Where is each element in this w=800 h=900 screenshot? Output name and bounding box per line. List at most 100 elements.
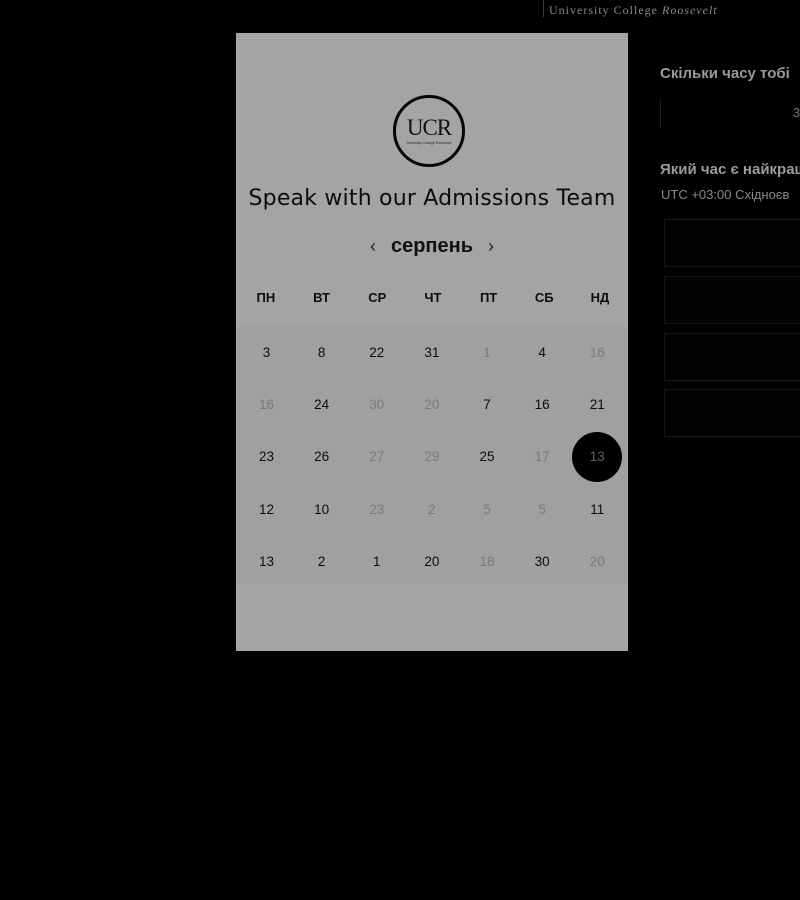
date-cell[interactable]: 21 xyxy=(570,378,625,430)
date-number: 20 xyxy=(424,554,440,570)
time-slot[interactable] xyxy=(664,389,800,437)
date-number: 26 xyxy=(314,449,330,465)
date-cell[interactable]: 12 xyxy=(239,483,294,535)
booking-details-panel: Скільки часу тобі 3 Який час є найкраш U… xyxy=(660,0,800,900)
month-navigation: ‹ серпень › xyxy=(236,233,628,259)
date-cell[interactable]: 24 xyxy=(294,378,349,430)
date-number: 23 xyxy=(369,501,385,517)
weekday-label: ЧТ xyxy=(424,290,442,305)
date-number: 16 xyxy=(259,396,275,412)
chevron-right-icon[interactable]: › xyxy=(479,234,503,258)
date-number: 13 xyxy=(589,449,605,465)
date-number: 16 xyxy=(589,344,605,360)
time-slot[interactable] xyxy=(664,276,800,324)
brand-text: University College xyxy=(549,3,662,17)
date-number: 25 xyxy=(479,449,495,465)
date-cell[interactable]: 1 xyxy=(349,536,404,588)
logo-subtext: University College Roosevelt xyxy=(406,141,452,145)
date-number: 8 xyxy=(317,344,326,360)
date-cell[interactable]: 22 xyxy=(349,326,404,378)
time-slot[interactable] xyxy=(664,333,800,381)
date-number: 20 xyxy=(424,396,440,412)
weekday-label: НД xyxy=(590,290,610,305)
date-number: 2 xyxy=(428,501,436,517)
date-number: 5 xyxy=(538,501,546,517)
date-number: 29 xyxy=(424,449,440,465)
duration-select[interactable]: 3 xyxy=(660,99,800,129)
date-cell[interactable]: 11 xyxy=(570,483,625,535)
date-cell[interactable]: 25 xyxy=(460,431,515,483)
date-number: 7 xyxy=(483,396,491,412)
weekday-header: ПН ВТ СР ЧТ ПТ СБ НД xyxy=(238,290,628,305)
chevron-left-icon[interactable]: ‹ xyxy=(361,234,385,258)
date-number: 5 xyxy=(483,501,491,517)
date-cell: 20 xyxy=(404,378,459,430)
date-cell[interactable]: 30 xyxy=(515,536,570,588)
date-number: 1 xyxy=(483,344,491,360)
date-number: 10 xyxy=(314,501,330,517)
date-cell[interactable]: 16 xyxy=(515,378,570,430)
time-question: Який час є найкраш xyxy=(660,161,800,178)
date-number: 30 xyxy=(534,554,550,570)
date-number: 17 xyxy=(534,449,550,465)
date-cell[interactable]: 26 xyxy=(294,431,349,483)
weekday-label: ВТ xyxy=(313,290,330,305)
date-cell[interactable]: 31 xyxy=(404,326,459,378)
date-cell: 2 xyxy=(404,483,459,535)
weekday-label: ПТ xyxy=(479,290,498,305)
date-number: 30 xyxy=(369,396,385,412)
date-cell: 17 xyxy=(515,431,570,483)
date-cell: 5 xyxy=(515,483,570,535)
date-number: 31 xyxy=(424,344,440,360)
date-cell[interactable]: 23 xyxy=(239,431,294,483)
selected-date-cell[interactable]: 13 xyxy=(570,431,625,483)
date-number: 2 xyxy=(317,554,326,570)
date-number: 1 xyxy=(373,554,381,570)
page-title: Speak with our Admissions Team xyxy=(248,186,616,211)
date-number: 12 xyxy=(259,501,275,517)
date-number: 24 xyxy=(314,396,330,412)
date-cell[interactable]: 2 xyxy=(294,536,349,588)
date-cell[interactable]: 7 xyxy=(460,378,515,430)
weekday-label: СР xyxy=(368,290,387,305)
time-slot[interactable] xyxy=(664,219,800,267)
date-number: 11 xyxy=(590,501,605,517)
duration-question: Скільки часу тобі xyxy=(660,65,790,82)
date-number: 21 xyxy=(589,396,605,412)
ucr-logo: UCR University College Roosevelt xyxy=(393,95,465,167)
date-cell[interactable]: 8 xyxy=(294,326,349,378)
timezone-label[interactable]: UTC +03:00 Східноєв xyxy=(661,187,789,202)
date-number: 4 xyxy=(538,344,546,360)
date-cell: 5 xyxy=(460,483,515,535)
duration-value: 3 xyxy=(792,105,800,120)
month-label: серпень xyxy=(390,234,474,257)
calendar-week-row: 12 10 23 2 5 5 11 xyxy=(239,483,625,535)
date-cell[interactable]: 3 xyxy=(239,326,294,378)
date-number: 16 xyxy=(534,396,550,412)
date-cell: 1 xyxy=(460,326,515,378)
date-number: 3 xyxy=(262,344,271,360)
date-cell: 18 xyxy=(460,536,515,588)
calendar-grid: 3 8 22 31 1 4 16 16 24 30 20 7 16 21 23 26 27 29 25 17 13 12 1… xyxy=(239,326,625,584)
weekday-label: СБ xyxy=(534,290,554,305)
calendar-modal: UCR University College Roosevelt Speak w… xyxy=(236,33,628,651)
date-number: 18 xyxy=(479,554,495,570)
date-cell: 16 xyxy=(570,326,625,378)
date-number: 22 xyxy=(369,344,385,360)
date-cell: 27 xyxy=(349,431,404,483)
calendar-week-row: 13 2 1 20 18 30 20 xyxy=(239,536,625,588)
date-number: 27 xyxy=(369,449,385,465)
date-cell[interactable]: 20 xyxy=(404,536,459,588)
date-cell: 30 xyxy=(349,378,404,430)
date-cell[interactable]: 13 xyxy=(239,536,294,588)
date-cell: 29 xyxy=(404,431,459,483)
weekday-label: ПН xyxy=(256,290,276,305)
date-number: 20 xyxy=(589,554,605,570)
calendar-week-row: 3 8 22 31 1 4 16 xyxy=(239,326,625,378)
date-cell: 20 xyxy=(570,536,625,588)
calendar-week-row: 23 26 27 29 25 17 13 xyxy=(239,431,625,483)
date-cell: 16 xyxy=(239,378,294,430)
date-cell[interactable]: 10 xyxy=(294,483,349,535)
date-cell[interactable]: 4 xyxy=(515,326,570,378)
date-number: 23 xyxy=(259,449,275,465)
